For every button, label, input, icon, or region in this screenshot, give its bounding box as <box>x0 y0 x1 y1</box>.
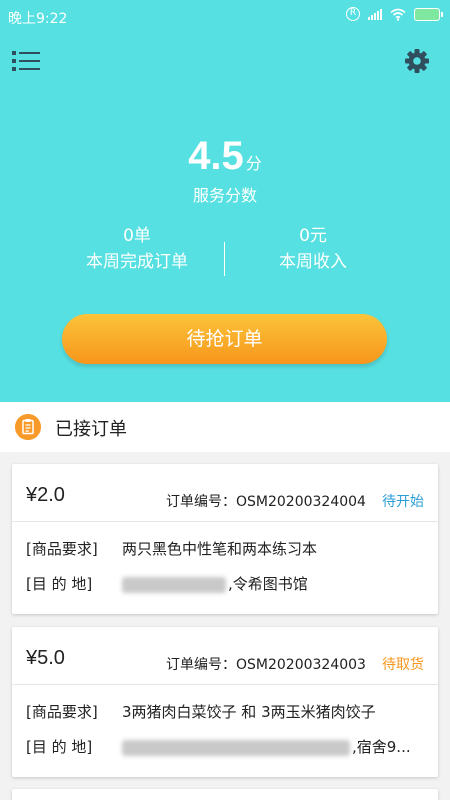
card-divider <box>12 521 438 522</box>
order-number: 订单编号：OSM20200324003 <box>166 657 366 673</box>
score-unit: 分 <box>245 154 262 173</box>
redacted-address <box>122 739 350 756</box>
score-label: 服务分数 <box>192 186 257 205</box>
grab-orders-button[interactable]: 待抢订单 <box>62 314 387 364</box>
destination-value: ,令希图书馆 <box>228 575 308 593</box>
destination-value: ,宿舍9... <box>352 738 411 756</box>
redacted-address <box>122 576 226 593</box>
weekly-orders-label: 本周完成订单 <box>86 252 188 272</box>
requirement-label: [商品要求] <box>26 540 98 558</box>
battery-icon <box>414 7 443 21</box>
requirement-value: 两只黑色中性笔和两本练习本 <box>122 540 318 558</box>
registered-icon: R <box>346 7 360 21</box>
clipboard-icon <box>15 414 41 440</box>
requirement-row: [商品要求] 3两猪肉白菜饺子 和 3两玉米猪肉饺子 <box>26 701 376 722</box>
menu-icon[interactable] <box>12 48 42 74</box>
weekly-income-value: 0元 <box>299 226 327 246</box>
order-status: 待开始 <box>382 494 424 510</box>
requirement-row: [商品要求] 两只黑色中性笔和两本练习本 <box>26 538 317 559</box>
status-bar: 晚上9:22 R <box>0 0 450 32</box>
destination-label: [目 的 地] <box>26 575 93 593</box>
section-title: 已接订单 <box>55 419 127 440</box>
header-panel: 晚上9:22 R 4.5 分 服务分数 0单 本周完成订单 0元 本周收入 待抢… <box>0 0 450 402</box>
destination-row: [目 的 地] ,令希图书馆 <box>26 573 308 594</box>
requirement-value: 3两猪肉白菜饺子 和 3两玉米猪肉饺子 <box>122 703 376 721</box>
destination-label: [目 的 地] <box>26 738 93 756</box>
service-score: 4.5 分 <box>0 134 450 179</box>
weekly-income-label: 本周收入 <box>279 252 347 272</box>
order-card[interactable]: ¥2.0 订单编号：OSM20200324004 待开始 [商品要求] 两只黑色中… <box>12 464 438 614</box>
status-icons: R <box>346 7 443 21</box>
order-price: ¥2.0 <box>26 484 65 506</box>
order-price: ¥5.0 <box>26 647 65 669</box>
order-number: 订单编号：OSM20200324004 <box>166 494 366 510</box>
card-divider <box>12 684 438 685</box>
weekly-stats: 0单 本周完成订单 0元 本周收入 <box>0 224 450 284</box>
signal-icon <box>368 8 382 20</box>
requirement-label: [商品要求] <box>26 703 98 721</box>
wifi-icon <box>390 8 406 21</box>
weekly-income-stat: 0元 本周收入 <box>213 224 413 276</box>
destination-row: [目 的 地] ,宿舍9... <box>26 736 411 757</box>
order-card-partial[interactable] <box>12 789 438 800</box>
status-time: 晚上9:22 <box>8 11 68 27</box>
order-card[interactable]: ¥5.0 订单编号：OSM20200324003 待取货 [商品要求] 3两猪肉白… <box>12 627 438 777</box>
score-value: 4.5 <box>188 134 244 178</box>
order-status: 待取货 <box>382 657 424 673</box>
gear-icon[interactable] <box>404 48 430 74</box>
accepted-orders-header: 已接订单 <box>0 402 450 452</box>
weekly-orders-value: 0单 <box>123 226 151 246</box>
weekly-orders-stat: 0单 本周完成订单 <box>37 224 237 276</box>
